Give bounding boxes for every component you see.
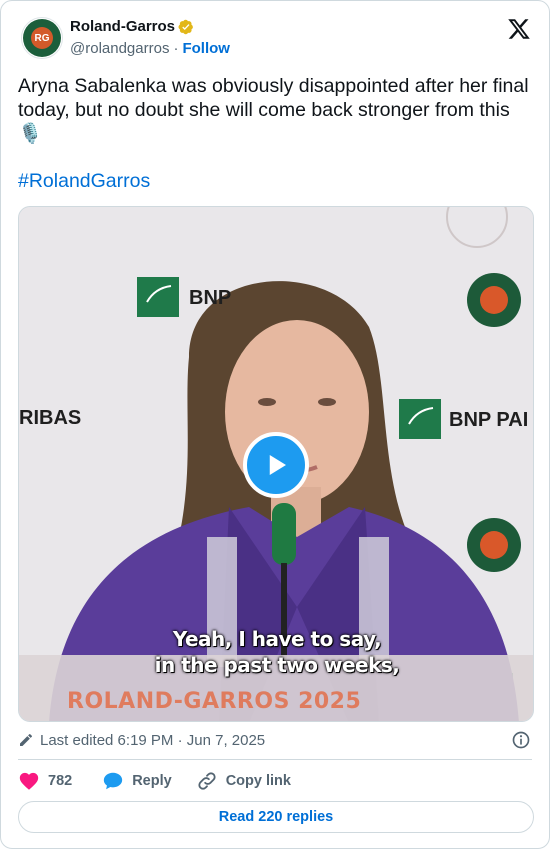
- hashtag-link[interactable]: #RolandGarros: [18, 170, 150, 193]
- edited-info[interactable]: Last edited 6:19 PM · Jun 7, 2025: [18, 730, 265, 750]
- tweet-text: Aryna Sabalenka was obviously disappoint…: [18, 75, 529, 145]
- reply-button[interactable]: Reply: [102, 770, 172, 792]
- sponsor-label-1: BNP: [189, 287, 232, 309]
- tweet-card: RG Roland-Garros @rolandgarros · Follow …: [0, 0, 550, 849]
- like-count: 782: [48, 773, 73, 789]
- pencil-icon: [20, 733, 32, 746]
- copy-link-label: Copy link: [225, 773, 291, 789]
- handle[interactable]: @rolandgarros: [70, 40, 169, 57]
- handle-row: @rolandgarros · Follow: [70, 40, 230, 57]
- action-bar: 782 Reply Copy link: [18, 769, 315, 793]
- event-banner: ROLAND-GARROS 2025: [67, 689, 362, 714]
- video-caption-line-2: in the past two weeks,: [154, 653, 400, 677]
- info-icon[interactable]: [511, 730, 531, 750]
- play-button[interactable]: [243, 432, 309, 498]
- tweet-header: RG Roland-Garros @rolandgarros · Follow: [21, 17, 533, 61]
- read-replies-button[interactable]: Read 220 replies: [18, 801, 534, 833]
- follow-link[interactable]: Follow: [182, 40, 230, 57]
- link-icon: [198, 772, 216, 790]
- roland-garros-logo-icon: RG: [31, 27, 53, 49]
- avatar[interactable]: RG: [21, 17, 63, 59]
- edited-timestamp[interactable]: Last edited 6:19 PM · Jun 7, 2025: [40, 732, 265, 749]
- display-name[interactable]: Roland-Garros: [70, 18, 175, 35]
- reply-label: Reply: [132, 773, 172, 789]
- video-caption-line-1: Yeah, I have to say,: [172, 627, 382, 651]
- copy-link-button[interactable]: Copy link: [196, 770, 291, 792]
- name-row: Roland-Garros: [70, 18, 194, 35]
- sponsor-label-2: BNP PAI: [449, 409, 529, 431]
- like-button[interactable]: 782: [18, 770, 72, 792]
- video-media[interactable]: BNP BNP PAI RIBAS Yeah, I have to say, i…: [18, 206, 534, 722]
- play-icon: [269, 455, 286, 475]
- heart-icon: [19, 772, 39, 790]
- divider: [18, 759, 532, 760]
- reply-bubble-icon: [104, 772, 123, 790]
- separator-dot: ·: [173, 40, 179, 57]
- sponsor-label-3: RIBAS: [19, 407, 82, 429]
- verified-gold-badge-icon: [178, 19, 193, 34]
- x-logo-icon[interactable]: [507, 17, 531, 41]
- avatar-ring: RG: [23, 19, 61, 57]
